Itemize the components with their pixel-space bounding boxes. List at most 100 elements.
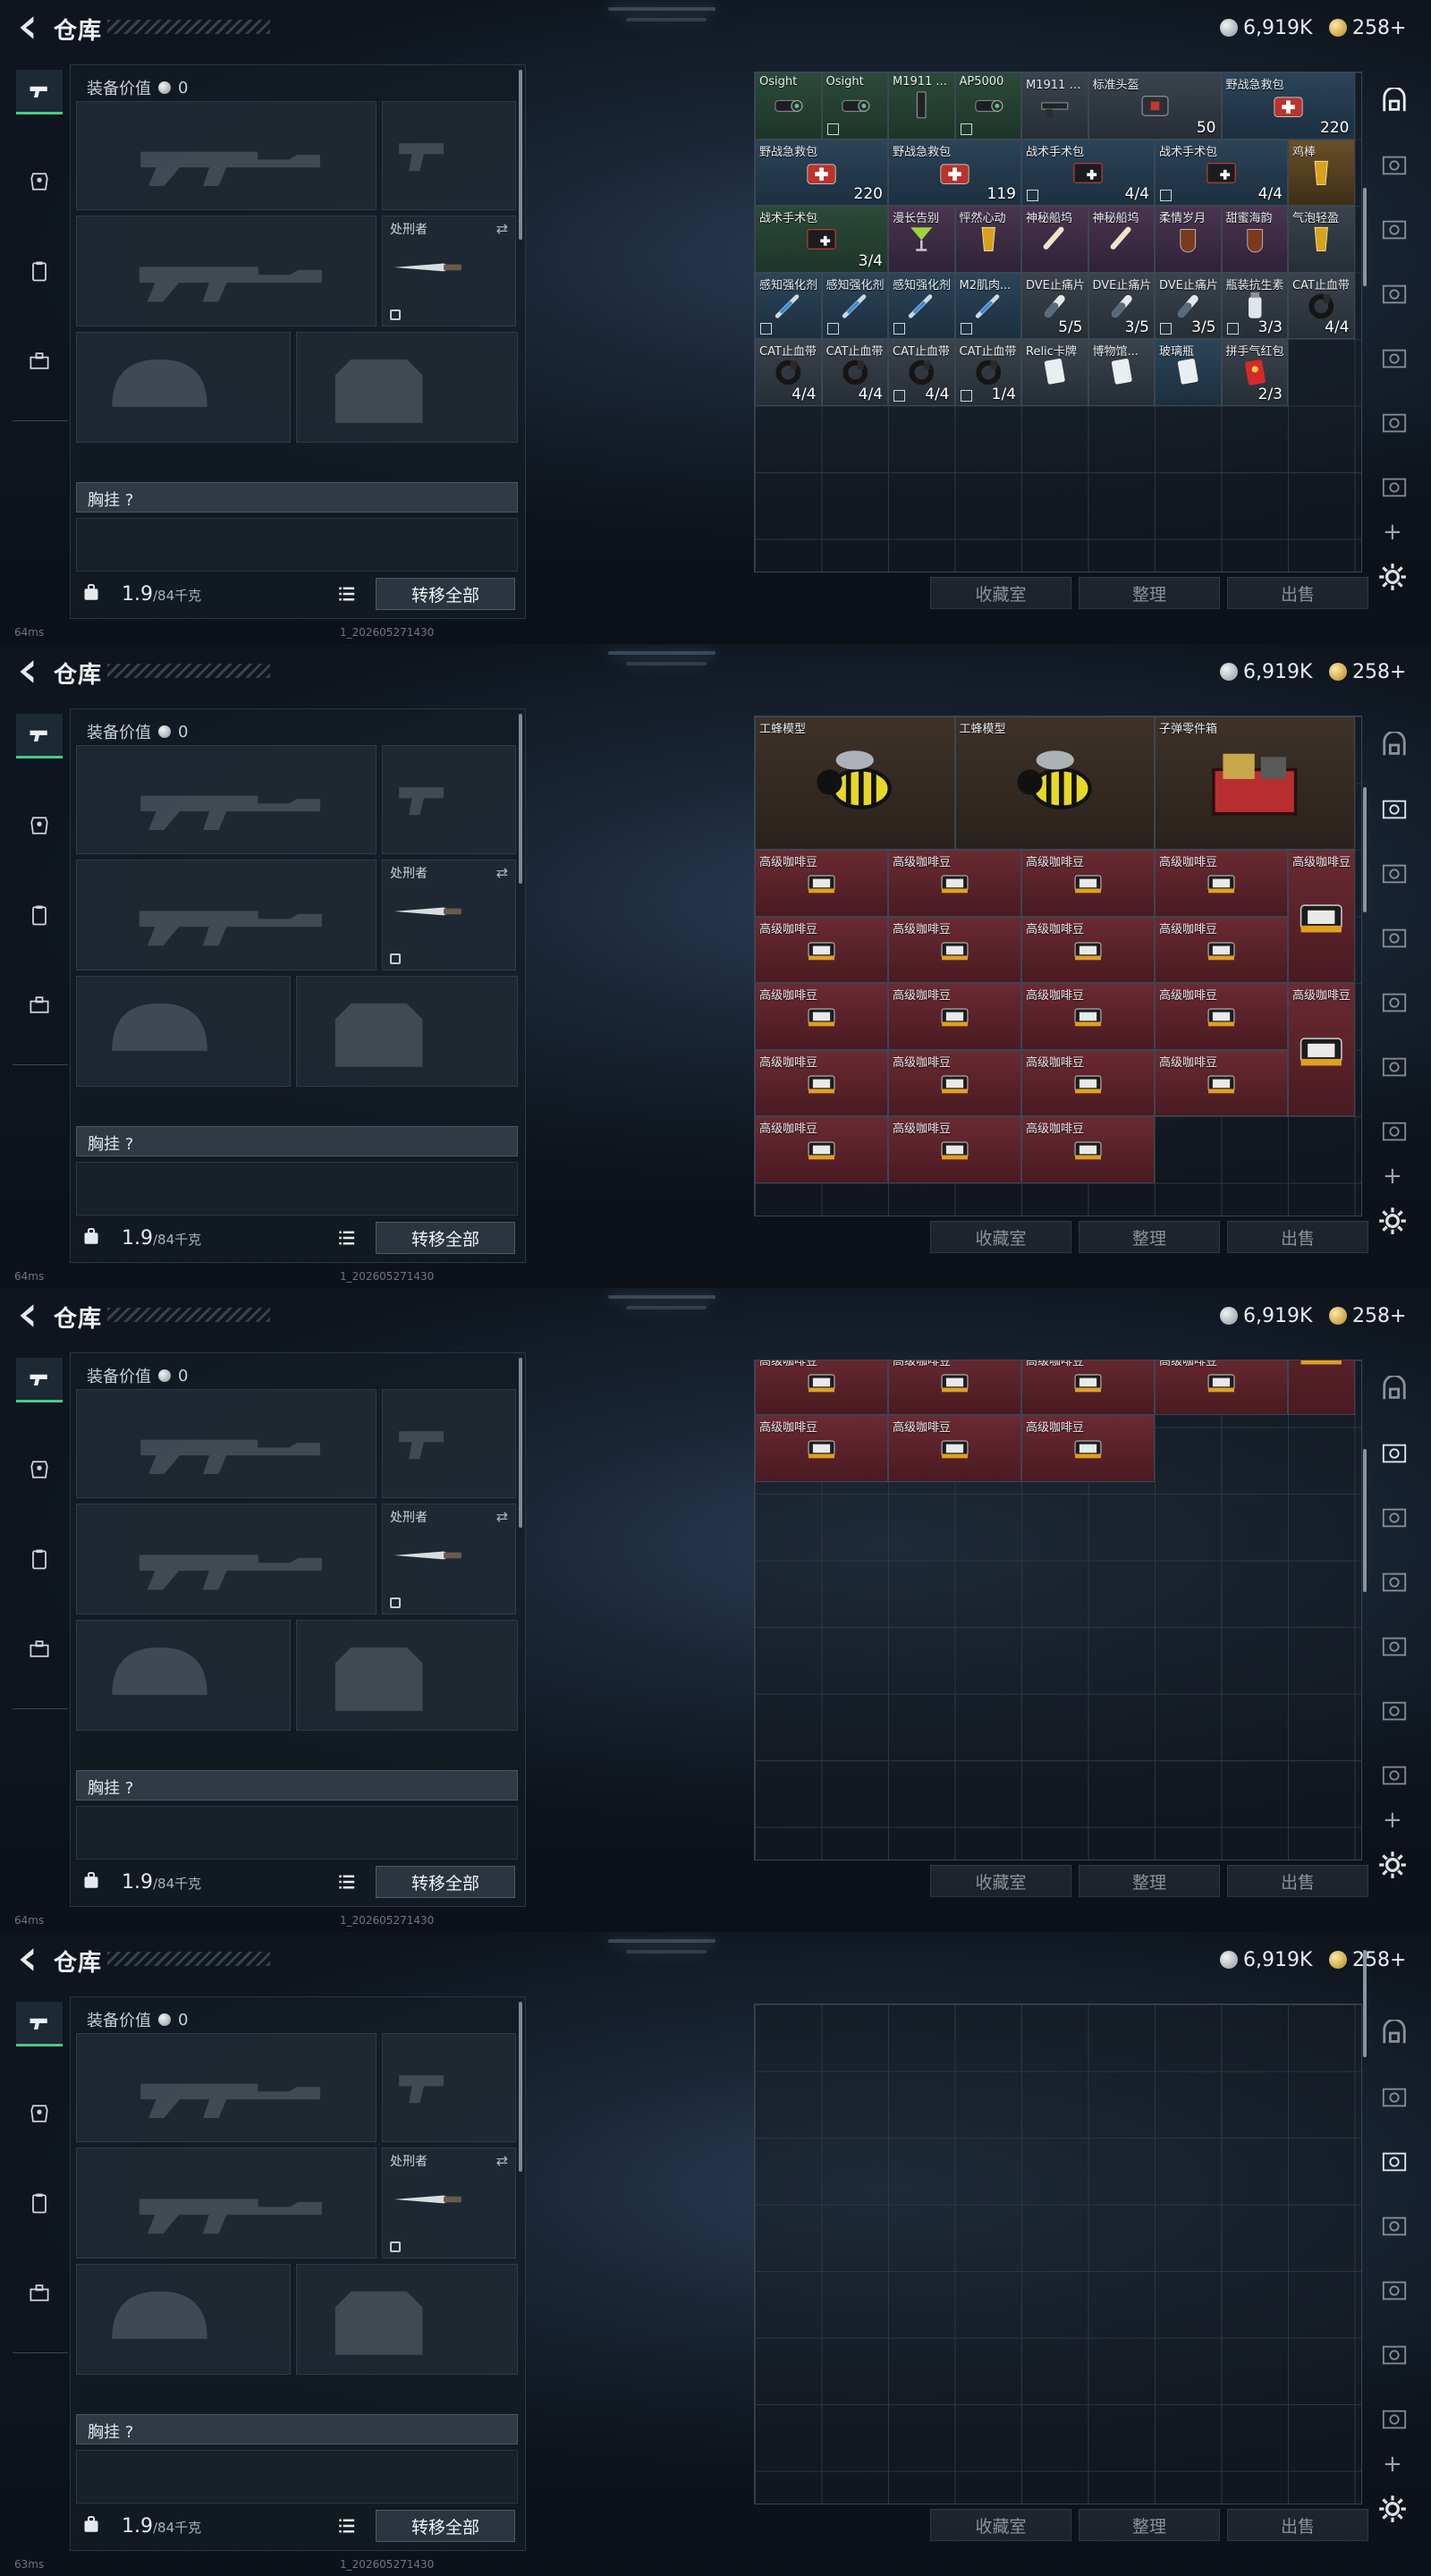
gold-currency[interactable]: 258+ xyxy=(1329,658,1406,685)
sort-button[interactable]: 整理 xyxy=(1079,1865,1220,1897)
stash-item[interactable]: 标准头盔 50 xyxy=(1088,72,1222,140)
list-icon[interactable] xyxy=(338,2517,356,2533)
toolbox-tab-icon[interactable] xyxy=(16,982,63,1027)
storage-icon-5[interactable] xyxy=(1377,408,1411,438)
sell-button[interactable]: 出售 xyxy=(1227,577,1368,609)
stash-item[interactable]: 高级咖啡豆 xyxy=(1288,850,1355,983)
storage-icon-2[interactable] xyxy=(1377,859,1411,889)
stash-item[interactable]: 怦然心动 xyxy=(954,206,1021,273)
armor-slot[interactable] xyxy=(296,332,518,443)
helmet-slot[interactable] xyxy=(76,976,291,1087)
stash-item[interactable]: M1911 ... xyxy=(888,72,955,140)
storage-icon-2[interactable] xyxy=(1377,215,1411,245)
back-arrow-icon[interactable] xyxy=(13,1945,43,1975)
stash-item[interactable]: 气泡轻盈 xyxy=(1288,206,1355,273)
list-icon[interactable] xyxy=(338,1873,356,1889)
pistol-slot[interactable] xyxy=(382,745,516,854)
chest-rig-header[interactable]: 胸挂 ? xyxy=(76,1126,518,1157)
stash-item[interactable]: DVE止痛片 3/5 xyxy=(1088,272,1155,339)
loadout-scrollbar[interactable] xyxy=(519,2002,522,2172)
silver-currency[interactable]: 6,919K xyxy=(1220,1302,1312,1329)
sell-button[interactable]: 出售 xyxy=(1227,1221,1368,1253)
stash-item[interactable]: 高级咖啡豆 xyxy=(1021,1415,1155,1482)
chest-rig-header[interactable]: 胸挂 ? xyxy=(76,482,518,513)
stash-item[interactable]: 感知强化剂 xyxy=(755,272,822,339)
pistol-tab-icon[interactable] xyxy=(16,714,63,758)
armor-tab-icon[interactable] xyxy=(16,803,63,848)
storage-icon-2[interactable] xyxy=(1377,1503,1411,1533)
storage-icon-6[interactable] xyxy=(1377,1116,1411,1147)
storage-icon-6[interactable] xyxy=(1377,472,1411,503)
stash-item[interactable]: 高级咖啡豆 xyxy=(888,1415,1021,1482)
toolbox-tab-icon[interactable] xyxy=(16,2270,63,2315)
secondary-weapon-slot[interactable] xyxy=(76,860,377,970)
collection-room-button[interactable]: 收藏室 xyxy=(930,1865,1071,1897)
add-storage-icon[interactable]: + xyxy=(1383,2451,1402,2478)
transfer-all-button[interactable]: 转移全部 xyxy=(376,2510,515,2542)
storage-icon-4[interactable] xyxy=(1377,343,1411,374)
stash-item[interactable]: 工蜂模型 xyxy=(954,716,1155,850)
stash-scrollbar[interactable] xyxy=(1363,1449,1367,1592)
toolbox-tab-icon[interactable] xyxy=(16,1626,63,1671)
armor-slot[interactable] xyxy=(296,1620,518,1731)
helmet-slot[interactable] xyxy=(76,2264,291,2375)
storage-icon-4[interactable] xyxy=(1377,2275,1411,2306)
sort-button[interactable]: 整理 xyxy=(1079,1221,1220,1253)
stash-item[interactable]: M2肌肉... xyxy=(954,272,1021,339)
secondary-weapon-slot[interactable] xyxy=(76,1504,377,1614)
vault-icon[interactable] xyxy=(1377,730,1411,760)
stash-item[interactable]: 高级咖啡豆 xyxy=(888,983,1021,1050)
storage-icon-4[interactable] xyxy=(1377,987,1411,1018)
pistol-tab-icon[interactable] xyxy=(16,1358,63,1402)
stash-item[interactable]: 高级咖啡豆 xyxy=(1155,1049,1288,1116)
armor-tab-icon[interactable] xyxy=(16,1447,63,1492)
collection-room-button[interactable]: 收藏室 xyxy=(930,577,1071,609)
stash-item[interactable]: 高级咖啡豆 xyxy=(1288,1360,1355,1416)
loadout-scrollbar[interactable] xyxy=(519,70,522,240)
primary-weapon-slot[interactable] xyxy=(76,1389,377,1498)
storage-icon-3[interactable] xyxy=(1377,2211,1411,2241)
stash-item[interactable]: 高级咖啡豆 xyxy=(888,850,1021,917)
stash-item[interactable]: CAT止血带 4/4 xyxy=(1288,272,1355,339)
loadout-scrollbar[interactable] xyxy=(519,714,522,884)
gold-currency[interactable]: 258+ xyxy=(1329,1302,1406,1329)
vault-icon[interactable] xyxy=(1377,86,1411,116)
storage-icon-5[interactable] xyxy=(1377,1052,1411,1082)
stash-item[interactable]: 高级咖啡豆 xyxy=(1021,1049,1155,1116)
stash-item[interactable]: DVE止痛片 5/5 xyxy=(1021,272,1088,339)
vault-icon[interactable] xyxy=(1377,2018,1411,2048)
stash-item[interactable]: 战术手术包 4/4 xyxy=(1021,139,1155,206)
stash-item[interactable]: 高级咖啡豆 xyxy=(888,916,1021,983)
stash-item[interactable]: CAT止血带 4/4 xyxy=(755,339,822,406)
stash-item[interactable]: 高级咖啡豆 xyxy=(755,1415,888,1482)
storage-icon-5[interactable] xyxy=(1377,2340,1411,2370)
stash-item[interactable]: 高级咖啡豆 xyxy=(1021,916,1155,983)
medical-tab-icon[interactable] xyxy=(16,2181,63,2225)
stash-item[interactable]: 高级咖啡豆 xyxy=(755,1116,888,1183)
stash-item[interactable]: 高级咖啡豆 xyxy=(1288,983,1355,1116)
settings-gear-icon[interactable] xyxy=(1377,1850,1408,1880)
medical-tab-icon[interactable] xyxy=(16,1537,63,1581)
storage-icon-1[interactable] xyxy=(1377,794,1411,825)
storage-icon-1[interactable] xyxy=(1377,150,1411,181)
storage-icon-2[interactable] xyxy=(1377,2147,1411,2177)
stash-item[interactable]: 高级咖啡豆 xyxy=(755,983,888,1050)
storage-icon-5[interactable] xyxy=(1377,1696,1411,1726)
stash-item[interactable]: 高级咖啡豆 xyxy=(1021,1360,1155,1416)
stash-item[interactable]: Relic卡牌 xyxy=(1021,339,1088,406)
chest-rig-header[interactable]: 胸挂 ? xyxy=(76,1770,518,1801)
storage-icon-6[interactable] xyxy=(1377,2404,1411,2435)
settings-gear-icon[interactable] xyxy=(1377,562,1408,592)
storage-icon-3[interactable] xyxy=(1377,1567,1411,1597)
back-arrow-icon[interactable] xyxy=(13,657,43,687)
medical-tab-icon[interactable] xyxy=(16,893,63,937)
storage-icon-1[interactable] xyxy=(1377,2082,1411,2113)
melee-slot[interactable]: 处刑者 ⇄ xyxy=(382,860,516,970)
silver-currency[interactable]: 6,919K xyxy=(1220,658,1312,685)
secondary-weapon-slot[interactable] xyxy=(76,2148,377,2258)
collection-room-button[interactable]: 收藏室 xyxy=(930,1221,1071,1253)
stash-item[interactable]: 野战急救包 220 xyxy=(1221,72,1355,140)
stash-item[interactable]: 高级咖啡豆 xyxy=(888,1360,1021,1416)
sell-button[interactable]: 出售 xyxy=(1227,2509,1368,2541)
transfer-all-button[interactable]: 转移全部 xyxy=(376,1866,515,1898)
